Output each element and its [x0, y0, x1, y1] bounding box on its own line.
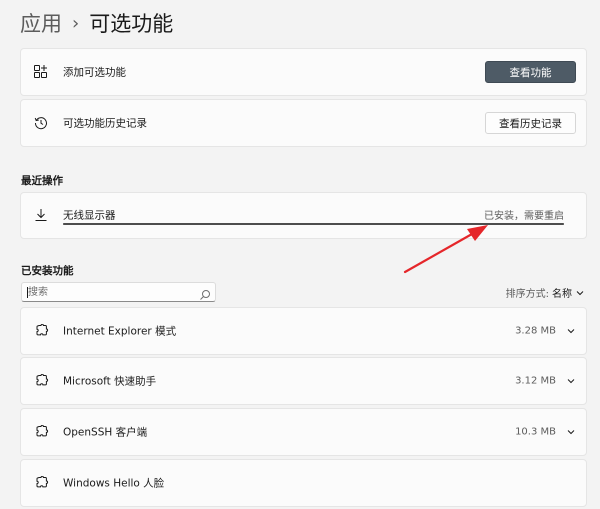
feature-row[interactable]: OpenSSH 客户端 10.3 MB [20, 408, 587, 456]
feature-history-card: 可选功能历史记录 查看历史记录 [20, 99, 587, 147]
chevron-down-icon[interactable] [566, 376, 576, 386]
history-icon [33, 115, 49, 131]
download-icon [33, 207, 49, 223]
breadcrumb-separator: › [72, 12, 80, 34]
sort-control[interactable]: 排序方式: 名称 [506, 285, 585, 300]
puzzle-icon [33, 424, 49, 440]
sort-label: 排序方式: [505, 289, 549, 300]
feature-size: 10.3 MB [515, 426, 556, 438]
feature-row[interactable]: Internet Explorer 模式 3.28 MB [20, 307, 587, 355]
view-history-button[interactable]: 查看历史记录 [485, 112, 576, 134]
add-grid-icon [33, 64, 49, 80]
breadcrumb: 应用 › 可选功能 [20, 8, 173, 38]
install-progress-fill [63, 223, 564, 225]
puzzle-icon [33, 373, 49, 389]
feature-name: Windows Hello 人脸 [63, 477, 165, 490]
view-features-button[interactable]: 查看功能 [485, 61, 576, 83]
add-feature-label: 添加可选功能 [63, 66, 126, 79]
recent-item-status: 已安装，需要重启 [484, 211, 564, 222]
chevron-down-icon [576, 290, 584, 295]
sort-value: 名称 [552, 289, 572, 300]
installed-features-title: 已安装功能 [21, 265, 74, 277]
feature-history-label: 可选功能历史记录 [63, 117, 147, 130]
puzzle-icon [33, 475, 49, 491]
feature-name: Internet Explorer 模式 [63, 325, 177, 338]
page-title: 可选功能 [89, 12, 174, 36]
recent-action-card: 无线显示器 已安装，需要重启 [20, 192, 587, 239]
breadcrumb-apps-link[interactable]: 应用 [20, 8, 62, 38]
add-feature-card: 添加可选功能 查看功能 [20, 48, 587, 96]
feature-row[interactable]: Windows Hello 人脸 [20, 459, 587, 507]
feature-name: OpenSSH 客户端 [63, 426, 148, 439]
chevron-down-icon[interactable] [566, 427, 576, 437]
puzzle-icon [33, 323, 49, 339]
feature-row[interactable]: Microsoft 快速助手 3.12 MB [20, 357, 587, 405]
install-progress-bar [63, 223, 564, 225]
recent-actions-title: 最近操作 [21, 175, 63, 187]
recent-item-name: 无线显示器 [63, 209, 116, 222]
search-icon[interactable] [199, 286, 211, 300]
search-input[interactable] [28, 285, 188, 299]
chevron-down-icon[interactable] [566, 326, 576, 336]
feature-size: 3.12 MB [515, 375, 556, 387]
feature-name: Microsoft 快速助手 [63, 375, 157, 388]
feature-size: 3.28 MB [515, 325, 556, 337]
search-box [21, 282, 216, 302]
